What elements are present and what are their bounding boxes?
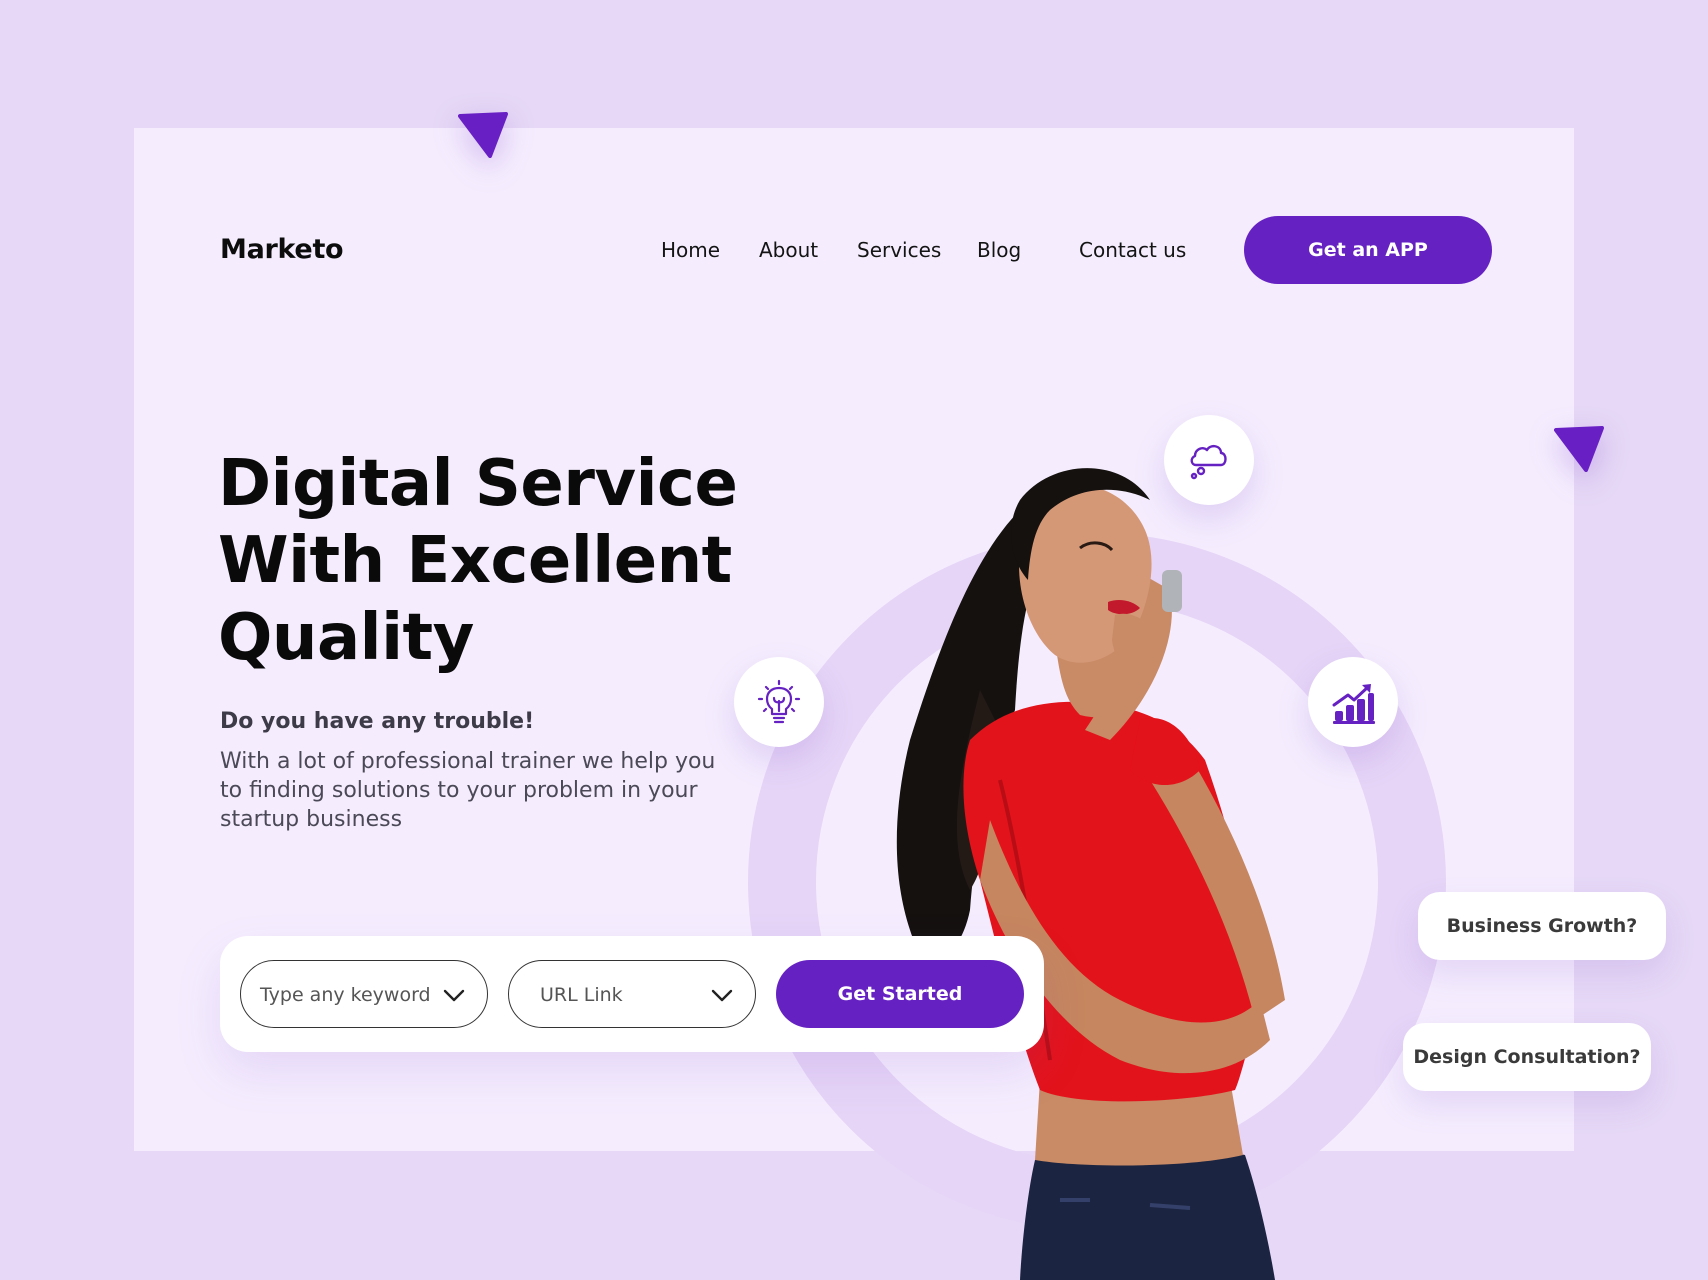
triangle-decoration-icon xyxy=(1554,424,1606,474)
triangle-decoration-icon xyxy=(458,110,510,160)
nav-about[interactable]: About xyxy=(759,238,818,262)
keyword-dropdown[interactable]: Type any keyword xyxy=(240,960,488,1028)
growth-chart-icon xyxy=(1308,657,1398,747)
nav-services[interactable]: Services xyxy=(857,238,941,262)
nav-blog[interactable]: Blog xyxy=(977,238,1021,262)
url-placeholder: URL Link xyxy=(540,984,623,1006)
get-started-button[interactable]: Get Started xyxy=(776,960,1024,1028)
hero-description: With a lot of professional trainer we he… xyxy=(220,749,716,832)
keyword-placeholder: Type any keyword xyxy=(260,984,431,1006)
business-growth-tag[interactable]: Business Growth? xyxy=(1418,892,1666,960)
nav-home[interactable]: Home xyxy=(661,238,720,262)
hero-subtitle: Do you have any trouble! xyxy=(220,709,535,734)
design-consultation-tag[interactable]: Design Consultation? xyxy=(1403,1023,1651,1091)
url-dropdown[interactable]: URL Link xyxy=(508,960,756,1028)
lightbulb-icon xyxy=(734,657,824,747)
hero-title: Digital Service With Excellent Quality xyxy=(218,446,738,677)
get-app-button[interactable]: Get an APP xyxy=(1244,216,1492,284)
hero-title-line: With Excellent xyxy=(218,524,732,598)
nav-contact[interactable]: Contact us xyxy=(1079,238,1186,262)
idea-cloud-icon xyxy=(1164,415,1254,505)
hero-title-line: Quality xyxy=(218,601,474,675)
chevron-down-icon xyxy=(711,989,733,1002)
brand-logo[interactable]: Marketo xyxy=(220,234,344,265)
hero-title-line: Digital Service xyxy=(218,447,738,521)
woman-thinking-image xyxy=(896,468,1285,1280)
chevron-down-icon xyxy=(443,989,465,1002)
search-bar: Type any keyword URL Link Get Started xyxy=(220,936,1044,1052)
